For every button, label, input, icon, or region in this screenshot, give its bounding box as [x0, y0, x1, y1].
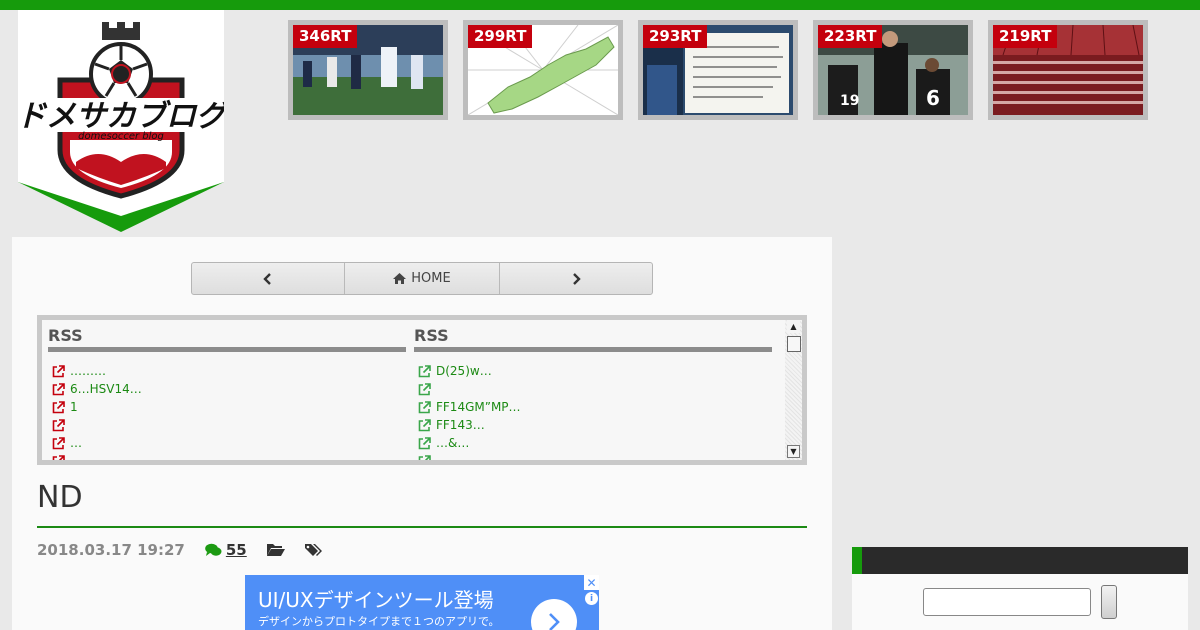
rss-list: D(25)w… FF14GM”MP… FF143… …&… [408, 352, 772, 460]
retweet-count-badge: 346RT [293, 25, 358, 48]
rss-heading: RSS [414, 326, 449, 345]
popular-post-thumb[interactable]: 219RT [988, 20, 1148, 120]
rss-item-link[interactable]: 1 [70, 398, 78, 416]
retweet-count-badge: 299RT [468, 25, 533, 48]
rss-feed-box: RSS ……… 6…HSV14… 1 … RSS D(25)w… FF14GM” [37, 315, 807, 465]
svg-text:19: 19 [840, 93, 859, 109]
svg-text:ドメサカブログ: ドメサカブログ [18, 99, 224, 134]
popular-post-thumb[interactable]: 19 6 223RT [813, 20, 973, 120]
chevron-right-icon [549, 613, 560, 630]
tags-icon[interactable] [304, 543, 323, 557]
rss-item-link[interactable]: D(25)w… [436, 362, 492, 380]
svg-text:domesoccer blog: domesoccer blog [78, 131, 164, 142]
popular-post-thumb[interactable]: 293RT [638, 20, 798, 120]
widget-header [852, 547, 1188, 574]
svg-text:6: 6 [926, 86, 940, 110]
previous-post-button[interactable] [192, 263, 345, 294]
rss-item[interactable]: 6…HSV14… [52, 380, 406, 398]
map-illustration: 299RT [468, 25, 618, 115]
rss-item[interactable] [52, 452, 406, 460]
rss-item-link[interactable]: … [70, 434, 82, 452]
rss-item[interactable]: FF143… [418, 416, 772, 434]
comments-icon [205, 543, 222, 556]
ad-go-button[interactable] [531, 599, 577, 630]
rss-item[interactable]: …&… [418, 434, 772, 452]
rss-item[interactable]: FF14GM”MP… [418, 398, 772, 416]
top-accent-bar [0, 0, 1200, 10]
post-date: 2018.03.17 19:27 [37, 541, 185, 559]
rss-list: ……… 6…HSV14… 1 … [42, 352, 406, 460]
rss-column-right: RSS D(25)w… FF14GM”MP… FF143… …&… [408, 320, 772, 460]
scroll-up-arrow-icon[interactable]: ▲ [787, 320, 800, 333]
external-link-icon [418, 418, 431, 431]
ad-info-icon[interactable]: i [585, 592, 598, 605]
rss-item-link[interactable]: …&… [436, 434, 469, 452]
post-pager: HOME [191, 262, 653, 295]
rss-item[interactable]: D(25)w… [418, 362, 772, 380]
chevron-left-icon [263, 272, 271, 285]
popular-post-thumb[interactable]: 299RT [463, 20, 623, 120]
rss-scrollbar[interactable]: ▲ ▼ [785, 320, 802, 460]
ad-close-button[interactable]: ✕ [584, 575, 599, 590]
stadium-photo: 219RT [993, 25, 1143, 115]
advertisement-banner[interactable]: UI/UXデザインツール登場 デザインからプロトタイプまで１つのアプリで。 ✕ … [245, 575, 599, 630]
external-link-icon [418, 400, 431, 413]
external-link-icon [52, 418, 65, 431]
external-link-icon [418, 454, 431, 460]
ad-subtext: デザインからプロトタイプまで１つのアプリで。 [258, 615, 500, 628]
external-link-icon [52, 400, 65, 413]
rss-item[interactable]: … [52, 434, 406, 452]
external-link-icon [418, 436, 431, 449]
title-underline [37, 526, 807, 528]
retweet-count-badge: 293RT [643, 25, 708, 48]
soccer-crest-logo-icon: ドメサカブログ domesoccer blog [18, 10, 224, 232]
scroll-down-arrow-icon[interactable]: ▼ [787, 445, 800, 458]
external-link-icon [52, 454, 65, 460]
rss-item[interactable] [52, 416, 406, 434]
post-title: ND [37, 480, 83, 515]
post-meta: 2018.03.17 19:27 55 [37, 540, 323, 560]
external-link-icon [418, 382, 431, 395]
rss-item-link[interactable]: 6…HSV14… [70, 380, 142, 398]
rss-item-link[interactable]: FF14GM”MP… [436, 398, 521, 416]
home-icon [393, 273, 407, 284]
rss-item[interactable] [418, 452, 772, 460]
search-button[interactable] [1101, 585, 1117, 619]
home-button[interactable]: HOME [345, 263, 500, 294]
rss-item-link[interactable]: FF143… [436, 416, 485, 434]
popular-post-thumb[interactable]: 346RT [288, 20, 448, 120]
supporter-sign-photo: 293RT [643, 25, 793, 115]
comment-count: 55 [225, 541, 247, 559]
rss-item-link[interactable]: ……… [70, 362, 106, 380]
match-photo: 346RT [293, 25, 443, 115]
players-celebrating-photo: 19 6 223RT [818, 25, 968, 115]
main-content: HOME RSS ……… 6…HSV14… 1 … RSS D(25)w… FF… [12, 237, 832, 630]
site-logo[interactable]: ドメサカブログ domesoccer blog [18, 10, 224, 234]
chevron-right-icon [573, 272, 581, 285]
external-link-icon [52, 364, 65, 377]
sidebar-search-widget [852, 547, 1188, 630]
retweet-count-badge: 219RT [993, 25, 1058, 48]
rss-item[interactable]: ……… [52, 362, 406, 380]
rss-item[interactable]: 1 [52, 398, 406, 416]
search-input[interactable] [923, 588, 1091, 616]
external-link-icon [418, 364, 431, 377]
folder-open-icon[interactable] [266, 543, 285, 557]
external-link-icon [52, 436, 65, 449]
rss-column-left: RSS ……… 6…HSV14… 1 … [42, 320, 406, 460]
retweet-count-badge: 223RT [818, 25, 883, 48]
rss-feed-scroll-area[interactable]: RSS ……… 6…HSV14… 1 … RSS D(25)w… FF14GM” [42, 320, 802, 460]
widget-header-accent [852, 547, 862, 574]
external-link-icon [52, 382, 65, 395]
rss-item[interactable] [418, 380, 772, 398]
next-post-button[interactable] [500, 263, 652, 294]
rss-heading: RSS [48, 326, 83, 345]
home-label: HOME [411, 271, 451, 286]
comments-link[interactable]: 55 [205, 541, 247, 559]
ad-headline: UI/UXデザインツール登場 [258, 588, 494, 612]
scrollbar-thumb[interactable] [787, 336, 801, 352]
